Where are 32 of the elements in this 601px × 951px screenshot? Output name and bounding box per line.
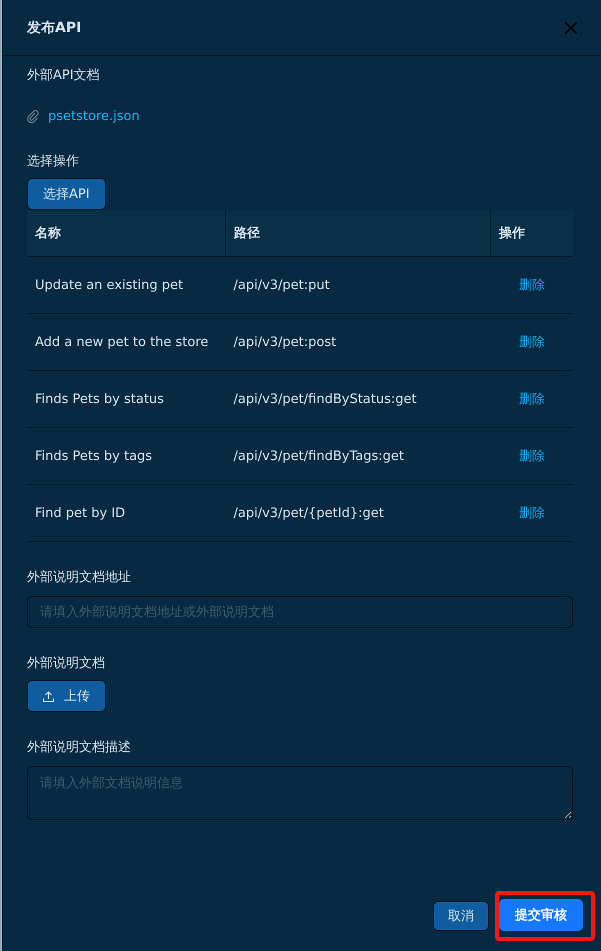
file-link[interactable]: psetstore.json [48, 109, 140, 124]
column-header: 操作 [490, 210, 573, 256]
section-label: 外部API文档 [27, 67, 100, 84]
field-label: 外部说明文档描述 [27, 739, 131, 756]
delete-link[interactable]: 删除 [518, 449, 545, 464]
table-cell: /api/v3/pet:put [226, 256, 490, 314]
section-label: 选择操作 [27, 153, 79, 170]
table-cell: Update an existing pet [27, 256, 226, 314]
table-cell: Find pet by ID [27, 484, 226, 542]
table-cell: /api/v3/pet:post [226, 314, 490, 370]
table-cell: /api/v3/pet/findByStatus:get [226, 370, 490, 428]
delete-link[interactable]: 删除 [518, 335, 545, 350]
delete-link[interactable]: 删除 [518, 506, 545, 521]
table-cell: /api/v3/pet/findByTags:get [226, 428, 490, 484]
close-icon[interactable] [564, 20, 578, 34]
table-cell: /api/v3/pet/{petId}:get [226, 484, 490, 542]
column-header: 名称 [27, 210, 226, 256]
field-label: 外部说明文档地址 [27, 569, 131, 586]
field-label: 外部说明文档 [27, 655, 105, 672]
table-cell: Finds Pets by status [27, 370, 226, 428]
delete-link[interactable]: 删除 [518, 392, 545, 407]
column-header: 路径 [226, 210, 490, 256]
delete-link[interactable]: 删除 [518, 278, 545, 293]
table-cell: Finds Pets by tags [27, 428, 226, 484]
paperclip-icon [27, 110, 39, 123]
table-cell: Add a new pet to the store [27, 314, 226, 370]
upload-icon [43, 690, 54, 702]
dialog-title: 发布API [27, 18, 82, 36]
upload-button[interactable]: 上传 [27, 680, 106, 712]
select-api-button[interactable]: 选择API [27, 178, 106, 210]
submit-button[interactable]: 提交审核 [499, 899, 583, 931]
cancel-button[interactable]: 取消 [433, 901, 489, 931]
